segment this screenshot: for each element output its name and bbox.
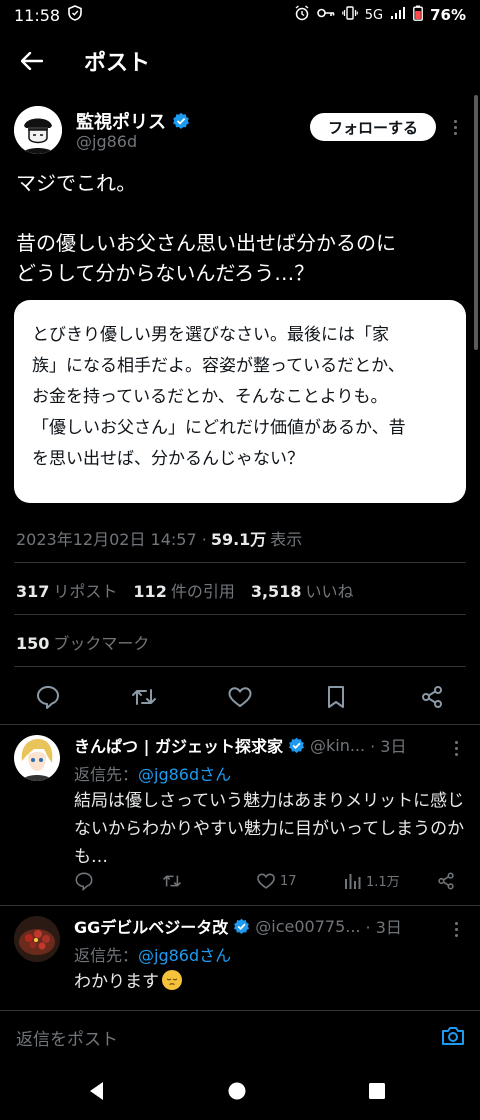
repost-icon[interactable] [162,871,182,891]
reply-input-placeholder[interactable]: 返信をポスト [16,1025,118,1050]
follow-button[interactable]: フォローする [310,113,436,141]
reply-to-mention[interactable]: @jg86dさん [138,765,231,784]
reply-time: · 3日 [365,918,402,937]
likes-count: 3,518 [250,582,302,601]
bookmarks-label: ブックマーク [53,634,150,653]
status-bar: 11:58 5G 76% [0,0,480,30]
repost-icon[interactable] [131,684,157,710]
pensive-face-emoji-icon [162,970,182,990]
nav-back-icon[interactable] [84,1078,110,1104]
divider [14,614,466,615]
post-meta: 2023年12月02日 14:57 · 59.1万 表示 [16,526,302,550]
reply-to: 返信先：@jg86dさん [74,942,231,966]
bookmarks-count: 150 [16,634,50,653]
author-handle[interactable]: @jg86d [76,132,137,151]
reply-text-container: わかります [74,968,469,996]
battery-icon [413,5,423,25]
battery-level: 76% [430,6,466,24]
more-options-icon[interactable] [447,114,463,140]
alarm-icon [294,5,310,25]
like-count: 17 [280,873,297,889]
share-icon[interactable] [436,871,456,891]
reposts-label: リポスト [53,582,118,601]
quote-line: 族」になる相手だよ。容姿が整っているだとか、 [32,356,405,376]
avatar[interactable] [14,106,62,154]
post-author: 監視ポリス @jg86d フォローする [0,100,480,160]
system-nav-bar [0,1062,480,1120]
reply-to-mention[interactable]: @jg86dさん [138,946,231,965]
shield-icon [68,5,82,25]
reply-time: · 3日 [370,737,407,756]
reposts-count: 317 [16,582,50,601]
timestamp: 2023年12月02日 14:57 · [16,530,207,549]
vibrate-icon [341,6,358,24]
engagement-stats: 317 リポスト 112 件の引用 3,518 いいね [16,578,353,602]
divider [14,666,466,667]
likes-label: いいね [305,582,354,601]
network-label: 5G [364,7,384,23]
key-icon [316,7,335,23]
verified-badge-icon [288,737,305,753]
views-label: 表示 [270,530,303,549]
views-button[interactable]: 1.1万 [344,871,400,890]
quote-line: 「優しいお父さん」にどれだけ価値があるか、昔 [32,418,406,438]
views-count: 1.1万 [366,875,400,890]
verified-badge-icon [234,918,250,934]
quote-line: お金を持っているだとか、そんなことよりも。 [32,387,388,407]
reply-author-name[interactable]: GGデビルベジータ改 [74,914,228,938]
reply-composer[interactable]: 返信をポスト [0,1010,480,1062]
avatar[interactable] [14,735,60,781]
like-icon [257,873,275,889]
author-name[interactable]: 監視ポリス [76,108,166,134]
reply-to: 返信先：@jg86dさん [74,761,231,785]
quotes-stat[interactable]: 112 件の引用 [133,578,234,602]
post-text: マジでこれ。 昔の優しいお父さん思い出せば分かるのに どうして分からないんだろう… [16,171,396,285]
likes-stat[interactable]: 3,518 いいね [251,578,354,602]
post-actions [0,672,480,722]
reply-actions: 17 1.1万 [74,871,464,895]
like-button[interactable]: 17 [256,871,297,891]
views-count: 59.1万 [210,530,267,549]
reply-icon[interactable] [35,684,61,710]
reply-text: わかります [74,972,159,992]
camera-icon[interactable] [440,1023,466,1049]
reply-text: 結局は優しさっていう魅力はあまりメリットに感じないからわかりやすい魅力に目がいっ… [74,791,465,867]
quotes-count: 112 [133,582,167,601]
reply-icon[interactable] [74,871,94,891]
reply-item[interactable]: GGデビルベジータ改 @ice00775... · 3日 返信先：@jg86dさ… [0,906,480,1010]
quote-line: とびきり優しい男を選びなさい。最後には「家 [32,325,389,345]
nav-recents-icon[interactable] [364,1078,390,1104]
quotes-label: 件の引用 [170,582,235,601]
reply-author-handle[interactable]: @kin... [310,736,365,755]
reply-author-handle[interactable]: @ice00775... [255,917,360,936]
bookmarks-stat[interactable]: 150 ブックマーク [16,630,149,654]
page-title: ポスト [84,51,151,76]
avatar[interactable] [14,916,60,962]
views-chart-icon [345,873,361,889]
reply-item[interactable]: きんぱつ | ガジェット探求家 @kin... · 3日 返信先：@jg86dさ… [0,725,480,905]
arrow-left-icon [21,52,43,70]
share-icon[interactable] [419,684,445,710]
nav-home-icon[interactable] [224,1078,250,1104]
more-options-icon[interactable] [450,737,462,759]
divider [14,562,466,563]
signal-icon [390,6,406,24]
quoted-image-card[interactable]: とびきり優しい男を選びなさい。最後には「家 族」になる相手だよ。容姿が整っている… [14,300,466,503]
reposts-stat[interactable]: 317 リポスト [16,578,117,602]
bookmark-icon[interactable] [323,684,349,710]
reply-to-label: 返信先： [74,946,139,965]
reply-author-name[interactable]: きんぱつ | ガジェット探求家 [74,733,283,757]
quote-line: を思い出せば、分かるんじゃない？ [32,449,304,469]
reply-to-label: 返信先： [74,765,139,784]
back-button[interactable] [0,30,64,92]
like-icon[interactable] [227,684,253,710]
clock: 11:58 [14,5,61,25]
top-bar: ポスト [0,30,480,92]
verified-badge-icon [173,112,189,129]
more-options-icon[interactable] [450,918,462,940]
